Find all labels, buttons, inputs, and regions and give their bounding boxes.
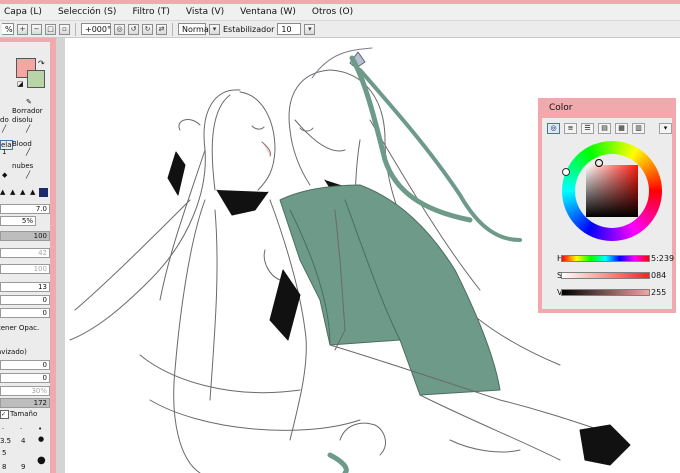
cloud-brush-icon: ◆ [2, 171, 8, 179]
toolbar-divider [172, 22, 173, 36]
brush-size-label: 4 [21, 437, 26, 445]
stabilizer-dropdown-icon[interactable]: ▾ [304, 23, 316, 35]
tamano-label: Tamaño [10, 410, 38, 418]
tamano-checkbox-icon[interactable]: ✓ [0, 410, 9, 419]
rotate-left-button[interactable]: ↺ [128, 23, 139, 35]
toolbar-divider [75, 22, 76, 36]
brush-shape-icon: ▲ [20, 188, 26, 196]
hue-value[interactable]: 5:239 [651, 254, 674, 263]
color-panel-content: ◎ ≡ ☰ ▤ ▦ ▥ ▾ H 5:239 S 084 V 255 [542, 118, 674, 309]
brush-shape-selected-icon [39, 188, 48, 197]
brush-dot-icon: ● [38, 435, 45, 443]
menu-bar: Capa (L) Selección (S) Filtro (T) Vista … [0, 4, 680, 21]
brush-size-label: 3.5 [0, 437, 12, 445]
hue-slider[interactable] [561, 255, 650, 262]
menu-vista[interactable]: Vista (V) [178, 7, 232, 17]
hue-picker-handle[interactable] [562, 168, 570, 176]
swatch-tab-icon[interactable]: ▤ [598, 123, 611, 134]
eraser-icon: ✎ [26, 98, 32, 106]
tool-panel: ↷ ◪ ✎ Borrador do disolu ╱ ╱ ela Blood 1… [0, 38, 56, 473]
blend-mode-dropdown-icon[interactable]: ▾ [209, 23, 220, 35]
menu-seleccion[interactable]: Selección (S) [50, 7, 125, 17]
zoom-out-button[interactable]: − [31, 23, 42, 35]
brush-size-label: 5 [2, 449, 7, 457]
brush-shape-icon: ▲ [0, 188, 6, 196]
scratchpad-tab-icon[interactable]: ▥ [632, 123, 645, 134]
brush-icon: ╱ [26, 171, 31, 179]
zoom-field[interactable]: % [2, 23, 14, 35]
blend-mode-select[interactable]: Normal [178, 23, 211, 35]
palette-tab-icon[interactable]: ▦ [615, 123, 628, 134]
stabilizer-label: Estabilizador [223, 24, 275, 34]
persistence-value[interactable]: 13 [0, 282, 50, 292]
brush-shape-row[interactable]: ▲ ▲ ▲ ▲ [0, 188, 50, 198]
texture-strength-value[interactable]: 30% [0, 386, 50, 396]
rgb-slider-tab-icon[interactable]: ≡ [564, 123, 577, 134]
rotation-field[interactable]: +000° [81, 23, 111, 35]
tool-label-disolu: disolu [12, 116, 33, 124]
hsv-slider-tab-icon[interactable]: ☰ [581, 123, 594, 134]
sv-picker-handle[interactable] [595, 159, 603, 167]
color-wheel-tab-icon[interactable]: ◎ [547, 123, 560, 134]
zoom-fit-button[interactable]: ▫ [59, 23, 70, 35]
zoom-reset-button[interactable]: □ [45, 23, 56, 35]
rotate-reset-button[interactable]: ◎ [114, 23, 125, 35]
rotate-right-button[interactable]: ↻ [142, 23, 153, 35]
blending-value[interactable]: 42 [0, 248, 50, 258]
menu-filtro[interactable]: Filtro (T) [124, 7, 177, 17]
secondary-color-swatch[interactable] [27, 70, 45, 88]
brush-icon: ╱ [26, 148, 31, 156]
param-value-b[interactable]: 0 [0, 308, 50, 318]
saturation-value-square[interactable] [586, 165, 638, 217]
param-value-c[interactable]: 0 [0, 373, 50, 383]
pressure-bar[interactable]: 172 [0, 398, 50, 408]
swap-colors-icon[interactable]: ↷ [38, 59, 45, 68]
suavizado-label: avizado) [0, 348, 27, 356]
brush-icon: ╱ [26, 125, 31, 133]
param-value-a[interactable]: 0 [0, 295, 50, 305]
tool-label-do: do [0, 116, 9, 124]
brush-shape-icon: ▲ [30, 188, 36, 196]
value-value[interactable]: 255 [651, 288, 666, 297]
reset-colors-icon[interactable]: ◪ [17, 80, 24, 88]
flip-button[interactable]: ⇄ [156, 23, 167, 35]
saturation-value[interactable]: 084 [651, 271, 666, 280]
color-panel-title: Color [549, 103, 573, 113]
zoom-in-button[interactable]: + [17, 23, 28, 35]
min-size-value[interactable]: 5% [0, 216, 36, 226]
color-panel: Color ◎ ≡ ☰ ▤ ▦ ▥ ▾ H 5:239 S 084 V 255 [538, 98, 676, 313]
toolbar: % + − □ ▫ +000° ◎ ↺ ↻ ⇄ Normal ▾ Estabil… [0, 21, 680, 38]
tool-label-blood: Blood [12, 140, 32, 148]
tool-label-borrador: Borrador [12, 107, 43, 115]
saturation-slider[interactable] [561, 272, 650, 279]
brush-dot-icon: • [38, 425, 43, 433]
brush-dot-icon: · [2, 425, 5, 433]
color-panel-menu-icon[interactable]: ▾ [659, 123, 672, 134]
brush-dot-icon: ● [37, 455, 46, 466]
menu-otros[interactable]: Otros (O) [304, 7, 361, 17]
density-bar[interactable]: 100 [0, 231, 50, 241]
brush-icon: ╱ [2, 125, 7, 133]
tool-label-nubes: nubes [12, 162, 34, 170]
tool-panel-content: ↷ ◪ ✎ Borrador do disolu ╱ ╱ ela Blood 1… [0, 42, 50, 473]
mantener-opacidad-label: tener Opac. [0, 324, 40, 332]
brush-size-grid[interactable]: · · • 3.5 4 ● 5 8 9 ● [0, 425, 50, 473]
dilution-value[interactable]: 100 [0, 264, 50, 274]
value-slider[interactable] [561, 289, 650, 296]
tool-label-1: 1 [2, 148, 7, 156]
brush-size-value[interactable]: 7.0 [0, 204, 50, 214]
brush-shape-icon: ▲ [10, 188, 16, 196]
brush-dot-icon: · [20, 425, 23, 433]
menu-capa[interactable]: Capa (L) [0, 7, 50, 17]
menu-ventana[interactable]: Ventana (W) [232, 7, 304, 17]
stabilizer-select[interactable]: 10 [277, 23, 302, 35]
brush-size-label: 9 [21, 463, 26, 471]
canvas-scroll-edge[interactable] [56, 38, 65, 473]
brush-size-label: 8 [2, 463, 7, 471]
smoothing-value[interactable]: 0 [0, 360, 50, 370]
